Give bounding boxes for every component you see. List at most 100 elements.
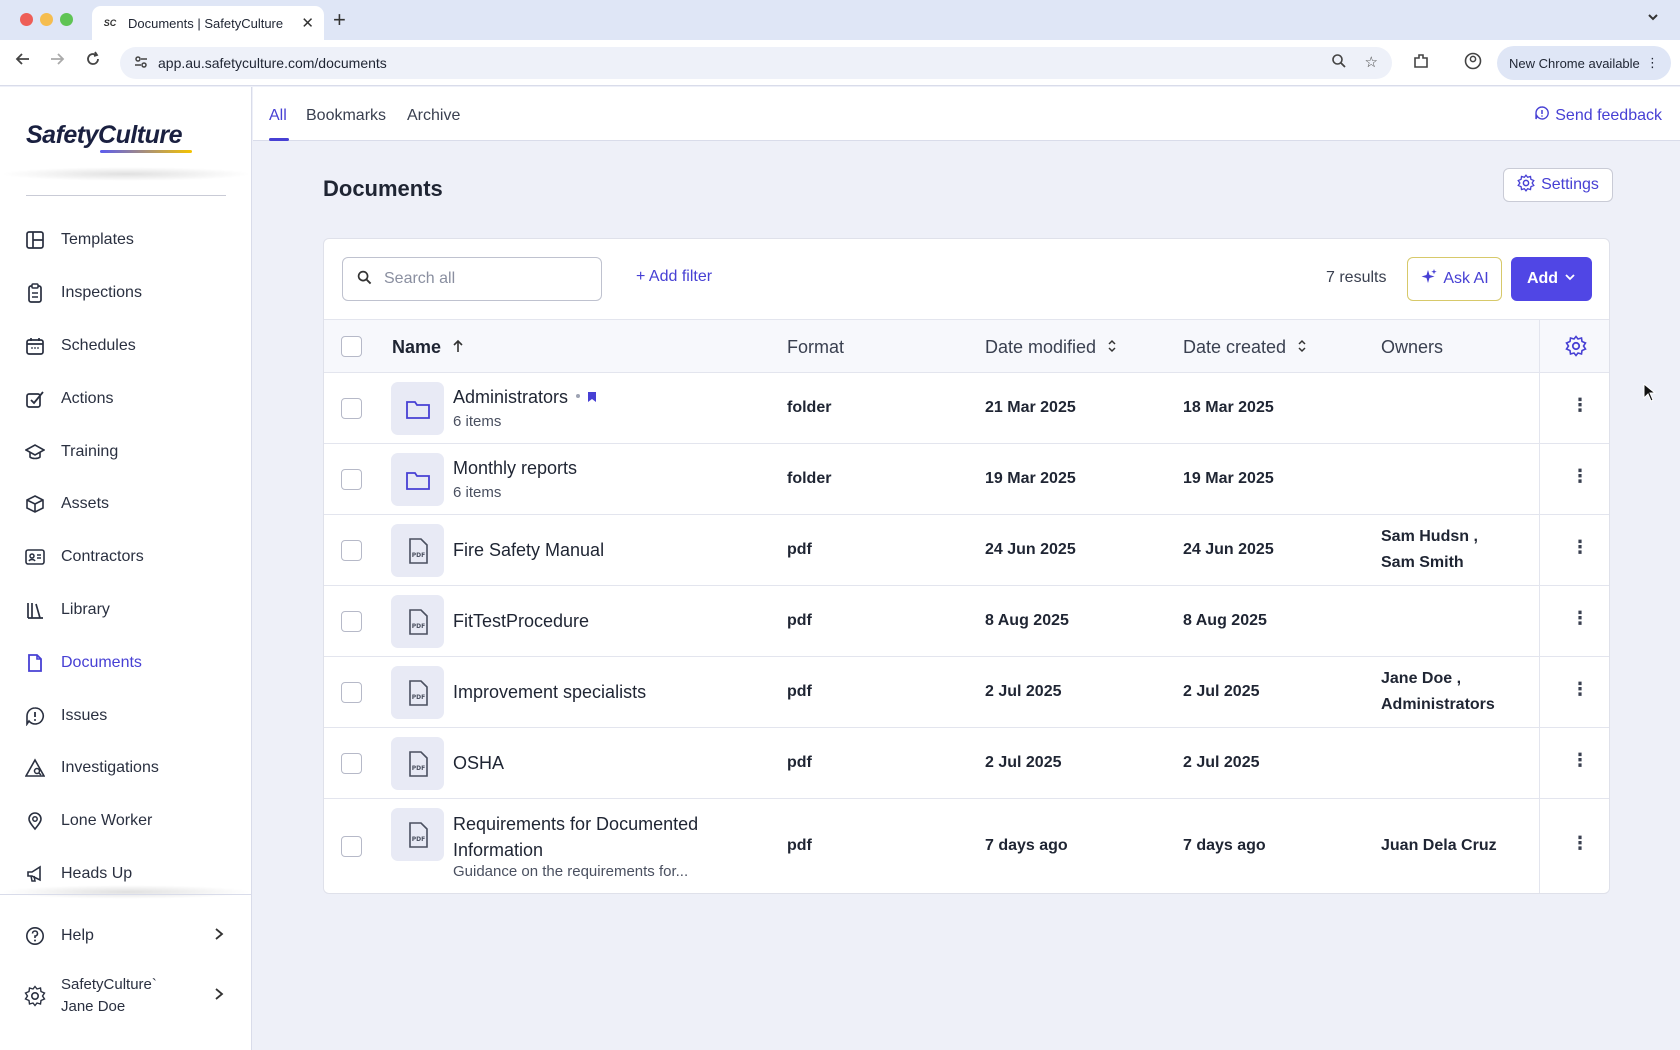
folder-icon — [391, 382, 444, 435]
more-options-icon[interactable]: ⋮ — [1571, 395, 1589, 416]
sidebar-item-label: Documents — [61, 654, 142, 671]
chrome-update-button[interactable]: New Chrome available ⋮ — [1497, 46, 1671, 80]
sidebar-item-assets[interactable]: Assets — [24, 484, 244, 524]
column-settings-gear-icon[interactable] — [1565, 335, 1587, 362]
table-row[interactable]: PDF Improvement specialists pdf 2 Jul 20… — [324, 657, 1609, 728]
document-name[interactable]: Requirements for Documented Information — [453, 811, 698, 863]
document-name[interactable]: Monthly reports — [453, 458, 577, 479]
sidebar-item-schedules[interactable]: Schedules — [24, 326, 244, 366]
url-text[interactable]: app.au.safetyculture.com/documents — [158, 55, 1331, 71]
owners-cell: Jane Doe , Administrators — [1381, 666, 1495, 718]
chrome-menu-icon[interactable]: ⋮ — [1646, 55, 1659, 71]
date-modified-cell: 2 Jul 2025 — [985, 683, 1062, 700]
date-modified-cell: 8 Aug 2025 — [985, 612, 1069, 629]
profile-icon[interactable] — [1464, 52, 1482, 75]
omnibox[interactable]: app.au.safetyculture.com/documents ☆ — [120, 47, 1392, 79]
column-header-date-modified[interactable]: Date modified — [985, 337, 1117, 358]
document-name[interactable]: OSHA — [453, 753, 504, 774]
document-name[interactable]: FitTestProcedure — [453, 611, 589, 632]
document-name[interactable]: Administrators — [453, 387, 597, 408]
sidebar-item-templates[interactable]: Templates — [24, 220, 244, 260]
tab-all[interactable]: All — [269, 107, 287, 125]
select-all-checkbox[interactable] — [341, 336, 362, 357]
row-checkbox[interactable] — [341, 611, 362, 632]
sidebar-item-label: Contractors — [61, 548, 144, 565]
more-options-icon[interactable]: ⋮ — [1571, 679, 1589, 700]
minimize-window-button[interactable] — [40, 13, 53, 26]
sidebar-item-label: Templates — [61, 231, 134, 248]
tab-bookmarks[interactable]: Bookmarks — [306, 107, 386, 125]
column-header-date-created[interactable]: Date created — [1183, 337, 1307, 358]
chevron-right-icon — [214, 927, 224, 946]
forward-arrow-icon[interactable] — [48, 50, 66, 73]
date-created-cell: 18 Mar 2025 — [1183, 399, 1274, 416]
document-name[interactable]: Fire Safety Manual — [453, 540, 604, 561]
sidebar-item-contractors[interactable]: Contractors — [24, 537, 244, 577]
reload-icon[interactable] — [84, 50, 102, 73]
send-feedback-link[interactable]: Send feedback — [1535, 106, 1662, 125]
document-name[interactable]: Improvement specialists — [453, 682, 646, 703]
add-filter-button[interactable]: + Add filter — [636, 268, 712, 286]
table-row[interactable]: PDF Requirements for Documented Informat… — [324, 799, 1609, 893]
settings-button[interactable]: Settings — [1503, 168, 1613, 202]
search-input[interactable]: Search all — [342, 257, 602, 301]
sidebar-item-training[interactable]: Training — [24, 432, 244, 472]
add-button[interactable]: Add — [1511, 257, 1592, 301]
sidebar-item-label: Lone Worker — [61, 812, 153, 829]
search-icon — [357, 270, 372, 289]
format-cell: pdf — [787, 837, 812, 854]
column-header-format: Format — [787, 337, 845, 357]
sidebar-item-investigations[interactable]: Investigations — [24, 748, 244, 788]
owner-line: Administrators — [1381, 696, 1495, 713]
site-settings-icon[interactable] — [134, 55, 148, 72]
new-tab-icon[interactable]: + — [333, 7, 346, 33]
sidebar-item-label: Library — [61, 601, 110, 618]
sidebar-item-help[interactable]: Help — [24, 916, 244, 956]
pdf-file-icon: PDF — [391, 595, 444, 648]
sidebar-org-switcher[interactable]: SafetyCulture` Jane Doe — [24, 969, 244, 1023]
sidebar-item-actions[interactable]: Actions — [24, 379, 244, 419]
sidebar-item-inspections[interactable]: Inspections — [24, 273, 244, 313]
extensions-icon[interactable] — [1412, 52, 1430, 75]
close-tab-icon[interactable]: ✕ — [301, 14, 314, 32]
pdf-file-icon: PDF — [391, 737, 444, 790]
zoom-icon[interactable] — [1331, 53, 1347, 73]
bookmark-star-icon[interactable]: ☆ — [1365, 53, 1378, 73]
more-options-icon[interactable]: ⋮ — [1571, 833, 1589, 854]
table-row[interactable]: PDF OSHA pdf 2 Jul 2025 2 Jul 2025 ⋮ — [324, 728, 1609, 799]
sort-ascending-icon — [452, 337, 464, 357]
table-row[interactable]: Monthly reports 6 items folder 19 Mar 20… — [324, 444, 1609, 515]
tab-search-chevron-icon[interactable] — [1646, 10, 1660, 27]
more-options-icon[interactable]: ⋮ — [1571, 750, 1589, 771]
back-arrow-icon[interactable] — [14, 50, 32, 73]
table-row[interactable]: Administrators 6 items folder 21 Mar 202… — [324, 373, 1609, 444]
tab-archive[interactable]: Archive — [407, 107, 460, 125]
browser-tab[interactable]: SC Documents | SafetyCulture ✕ — [92, 6, 324, 40]
table-row[interactable]: PDF Fire Safety Manual pdf 24 Jun 2025 2… — [324, 515, 1609, 586]
sidebar-item-lone-worker[interactable]: Lone Worker — [24, 801, 244, 841]
date-created-cell: 2 Jul 2025 — [1183, 754, 1260, 771]
alert-icon — [24, 705, 46, 727]
sidebar-item-issues[interactable]: Issues — [24, 696, 244, 736]
row-checkbox[interactable] — [341, 836, 362, 857]
row-checkbox[interactable] — [341, 540, 362, 561]
column-header-name[interactable]: Name — [392, 337, 464, 358]
ask-ai-button[interactable]: Ask AI — [1407, 257, 1502, 301]
more-options-icon[interactable]: ⋮ — [1571, 537, 1589, 558]
more-options-icon[interactable]: ⋮ — [1571, 466, 1589, 487]
id-card-icon — [24, 546, 46, 568]
ask-ai-label: Ask AI — [1443, 270, 1489, 287]
row-checkbox[interactable] — [341, 753, 362, 774]
library-icon — [24, 599, 46, 621]
close-window-button[interactable] — [20, 13, 33, 26]
table-row[interactable]: PDF FitTestProcedure pdf 8 Aug 2025 8 Au… — [324, 586, 1609, 657]
safetyculture-logo[interactable]: SafetyCulture — [26, 121, 183, 150]
row-checkbox[interactable] — [341, 682, 362, 703]
row-checkbox[interactable] — [341, 398, 362, 419]
owner-line: Juan Dela Cruz — [1381, 837, 1497, 854]
maximize-window-button[interactable] — [60, 13, 73, 26]
row-checkbox[interactable] — [341, 469, 362, 490]
sidebar-item-library[interactable]: Library — [24, 590, 244, 630]
sidebar-item-documents[interactable]: Documents — [24, 643, 244, 683]
more-options-icon[interactable]: ⋮ — [1571, 608, 1589, 629]
